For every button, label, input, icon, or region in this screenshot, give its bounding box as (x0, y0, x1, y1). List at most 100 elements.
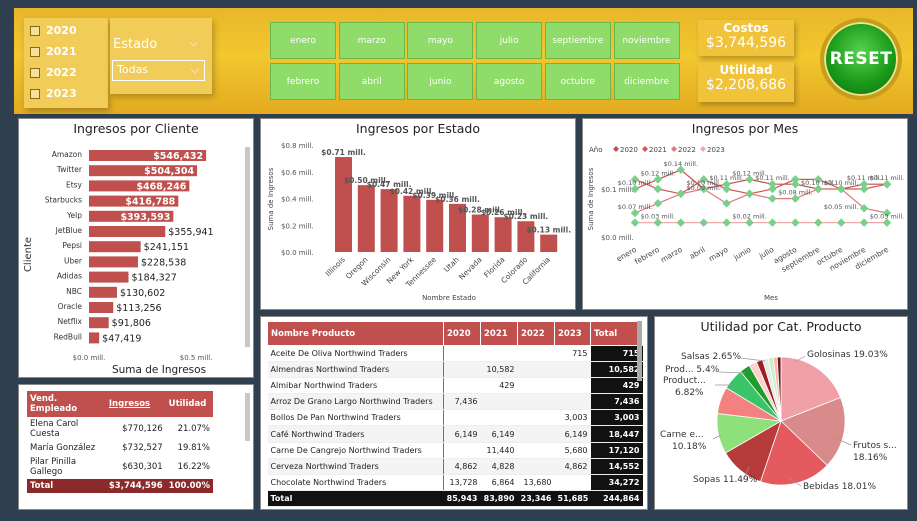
client-bar (89, 241, 141, 253)
table-cell: Aceite De Oliva Northwind Traders (267, 345, 444, 363)
table-row[interactable]: Cerveza Northwind Traders 4,862 4,828 4,862… (267, 458, 643, 475)
client-label: Etsy (66, 180, 83, 189)
table-cell: Carne De Cangrejo Northwind Traders (267, 442, 444, 459)
year-option-2020[interactable]: 2020 (30, 24, 77, 37)
table-row[interactable]: Pilar Pinilla Gallego $630,301 16.22% (27, 455, 213, 479)
month-axis-label: marzo (659, 245, 684, 265)
point-value-label: $0.07 mill. (618, 203, 653, 211)
estado-bar (357, 185, 375, 252)
series-point (859, 218, 869, 227)
table-row[interactable]: Chocolate Northwind Traders 13,728 6,864 13… (267, 474, 643, 491)
checkbox-icon[interactable] (30, 25, 40, 36)
table-row[interactable]: Aceite De Oliva Northwind Traders 715 715 (267, 345, 643, 363)
point-value-label: $0.05 mill. (824, 203, 859, 211)
month-button-noviembre[interactable]: noviembre (613, 22, 680, 59)
legend-marker-icon (613, 146, 619, 152)
scrollbar[interactable] (245, 147, 250, 347)
total-cell: 100.00% (165, 479, 213, 493)
chevron-down-icon[interactable]: ⌵ (190, 38, 198, 49)
table-cell: 6,864 (480, 474, 518, 491)
column-header[interactable]: 2021 (480, 321, 518, 346)
column-header[interactable]: Total (590, 321, 643, 346)
month-button-octubre[interactable]: octubre (544, 63, 611, 100)
table-cell (554, 361, 591, 379)
column-header[interactable]: Utilidad (165, 391, 213, 417)
table-row[interactable]: Elena Carol Cuesta $770,126 21.07% (27, 417, 213, 441)
client-value-label: $416,788 (125, 197, 175, 208)
client-label: NBC (66, 287, 82, 296)
reset-button[interactable]: RESET (820, 18, 902, 100)
month-button-enero[interactable]: enero (270, 22, 336, 59)
series-point (768, 218, 777, 227)
pie-label: Golosinas 19.03% (807, 350, 888, 360)
client-bar (89, 332, 100, 344)
series-point (768, 194, 777, 203)
y-axis-label: Suma de Ingresos (587, 167, 595, 230)
estado-label: Estado (113, 37, 158, 52)
table-cell: 13,680 (517, 474, 555, 491)
table-row[interactable]: Almendras Northwind Traders 10,582 10,582 (267, 361, 643, 379)
month-button-agosto[interactable]: agosto (476, 63, 543, 100)
column-header[interactable]: 2023 (554, 321, 591, 346)
series-point (653, 184, 663, 194)
client-bar (89, 302, 114, 313)
table-cell: Cerveza Northwind Traders (267, 458, 444, 475)
month-button-julio[interactable]: julio (476, 22, 543, 59)
table-cell: 19.81% (177, 443, 210, 453)
client-label: Twitter (56, 165, 83, 174)
costos-label: Costos (723, 21, 769, 35)
month-button-mayo[interactable]: mayo (407, 22, 474, 59)
client-value-label: $113,256 (116, 303, 161, 314)
table-cell: 7,436 (443, 393, 481, 411)
estado-dropdown[interactable]: Todas ⌵ (112, 60, 205, 81)
table-row[interactable]: Almibar Northwind Traders 429 429 (267, 377, 643, 395)
table-row[interactable]: Café Northwind Traders 6,149 6,149 6,149 18,… (267, 425, 643, 443)
column-header[interactable]: 2022 (517, 321, 555, 346)
y-tick-label: $0.6 mill. (281, 169, 314, 177)
year-option-2021[interactable]: 2021 (30, 45, 77, 58)
scrollbar[interactable] (637, 321, 642, 381)
table-row[interactable]: Arroz De Grano Largo Northwind Traders 7,… (267, 393, 643, 411)
table-cell: $732,527 (122, 443, 163, 453)
year-option-2023[interactable]: 2023 (30, 87, 77, 100)
table-cell (480, 393, 518, 411)
y-tick-label: $0.2 mill. (281, 222, 314, 230)
x-tick-label: $0.0 mill. (73, 354, 106, 362)
checkbox-icon[interactable] (30, 67, 40, 78)
series-point (768, 184, 777, 194)
month-button-marzo[interactable]: marzo (338, 22, 405, 59)
point-value-label: $0.11 mill. (755, 174, 790, 182)
table-cell (554, 377, 591, 395)
table-cell: 34,272 (590, 474, 643, 491)
checkbox-icon[interactable] (30, 46, 40, 57)
month-button-febrero[interactable]: febrero (270, 63, 336, 100)
client-value-label: $504,304 (144, 166, 194, 177)
column-header[interactable]: Ingresos (105, 391, 166, 417)
scrollbar[interactable] (245, 393, 250, 441)
table-cell: 13,728 (443, 474, 481, 491)
total-cell: Total (27, 479, 106, 493)
table-row[interactable]: María González $732,527 19.81% (27, 441, 213, 455)
month-button-diciembre[interactable]: diciembre (613, 63, 680, 100)
checkbox-icon[interactable] (30, 88, 40, 99)
table-cell: 715 (590, 345, 643, 363)
point-value-label: $0.09 mill. (686, 184, 721, 192)
month-button-junio[interactable]: junio (407, 63, 474, 100)
y-axis-label: Suma de Ingresos (267, 167, 275, 230)
column-header[interactable]: 2020 (443, 321, 481, 346)
column-header[interactable]: Nombre Producto (267, 321, 444, 346)
table-cell (443, 361, 481, 379)
table-cell: 4,862 (554, 458, 591, 475)
table-row[interactable]: Carne De Cangrejo Northwind Traders 11,44… (267, 442, 643, 459)
legend-label: 2020 (620, 146, 638, 154)
client-bar (89, 271, 129, 283)
month-button-abril[interactable]: abril (338, 63, 405, 100)
y-tick-label: $0.0 mill. (281, 249, 314, 257)
column-header[interactable]: Vend. Empleado (27, 391, 106, 417)
month-button-septiembre[interactable]: septiembre (544, 22, 611, 59)
client-label: JetBlue (55, 226, 83, 235)
table-row[interactable]: Bollos De Pan Northwind Traders 3,003 3,00… (267, 409, 643, 427)
client-label: Pepsi (62, 241, 82, 250)
year-option-2022[interactable]: 2022 (30, 66, 77, 79)
table-cell: 10,582 (590, 361, 643, 379)
